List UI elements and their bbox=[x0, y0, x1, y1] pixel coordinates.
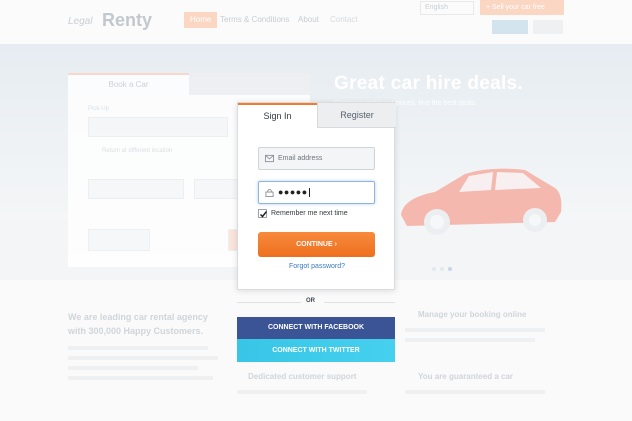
feature-guarantee: You are guaranteed a car bbox=[418, 372, 513, 381]
carousel-dot-active bbox=[448, 267, 452, 271]
hero-title: Great car hire deals. bbox=[334, 73, 524, 94]
carousel-dot bbox=[440, 267, 444, 271]
tab-register[interactable]: Register bbox=[317, 103, 396, 128]
nav-contact: Contact bbox=[330, 15, 358, 24]
forgot-password-link[interactable]: Forgot password? bbox=[238, 263, 396, 270]
twitter-connect-button[interactable]: CONNECT WITH TWITTER bbox=[237, 339, 395, 362]
email-placeholder: Email address bbox=[278, 155, 323, 162]
agency-heading: We are leading car rental agency with 30… bbox=[68, 312, 208, 336]
car-image bbox=[401, 168, 562, 235]
divider-right bbox=[324, 302, 395, 303]
text-line bbox=[237, 390, 367, 394]
tab-book-car: Book a Car bbox=[68, 73, 189, 95]
text-line bbox=[405, 390, 545, 394]
top-header: Legal Renty Home Terms & Conditions Abou… bbox=[0, 0, 632, 44]
tab-other bbox=[189, 73, 310, 95]
sell-car-button: + Sell your car free bbox=[480, 0, 564, 15]
pickup-field bbox=[88, 117, 228, 137]
feature-manage-booking: Manage your booking online bbox=[418, 310, 527, 319]
pickup-label: Pick-Up bbox=[88, 106, 110, 112]
divider-left bbox=[237, 302, 301, 303]
remember-label: Remember me next time bbox=[271, 210, 348, 217]
text-line bbox=[68, 356, 218, 360]
text-line bbox=[405, 338, 535, 342]
nav-home: Home bbox=[184, 12, 218, 28]
text-caret bbox=[308, 188, 310, 198]
password-input[interactable]: ●●●●● bbox=[258, 181, 375, 204]
signin-modal: Sign In Register Email address ●●●●● Rem… bbox=[237, 102, 396, 290]
email-input[interactable]: Email address bbox=[258, 147, 375, 170]
age-field bbox=[88, 229, 150, 251]
signup-header-button bbox=[533, 20, 563, 34]
envelope-icon bbox=[265, 154, 274, 163]
text-line bbox=[68, 376, 213, 380]
text-line bbox=[68, 346, 208, 350]
text-line bbox=[68, 366, 198, 370]
password-value: ●●●●● bbox=[278, 187, 310, 198]
lock-icon bbox=[265, 188, 274, 197]
nav-about: About bbox=[298, 15, 319, 24]
tab-sign-in[interactable]: Sign In bbox=[238, 103, 317, 128]
checkmark-icon bbox=[259, 211, 268, 218]
return-label: Return at different location bbox=[102, 148, 173, 154]
login-header-button bbox=[492, 20, 528, 34]
language-select: English bbox=[420, 1, 474, 15]
feature-support: Dedicated customer support bbox=[248, 372, 357, 381]
carousel-dots bbox=[432, 258, 456, 276]
remember-checkbox[interactable] bbox=[258, 209, 268, 218]
or-separator: OR bbox=[306, 298, 315, 304]
nav-terms: Terms & Conditions bbox=[220, 15, 290, 24]
carousel-dot bbox=[432, 267, 436, 271]
logo-tagline: Legal bbox=[68, 16, 93, 27]
logo: Renty bbox=[102, 10, 153, 30]
continue-button[interactable]: CONTINUE › bbox=[258, 232, 375, 257]
pickup-date-field bbox=[88, 179, 184, 199]
text-line bbox=[405, 328, 545, 332]
facebook-connect-button[interactable]: CONNECT WITH FACEBOOK bbox=[237, 317, 395, 339]
